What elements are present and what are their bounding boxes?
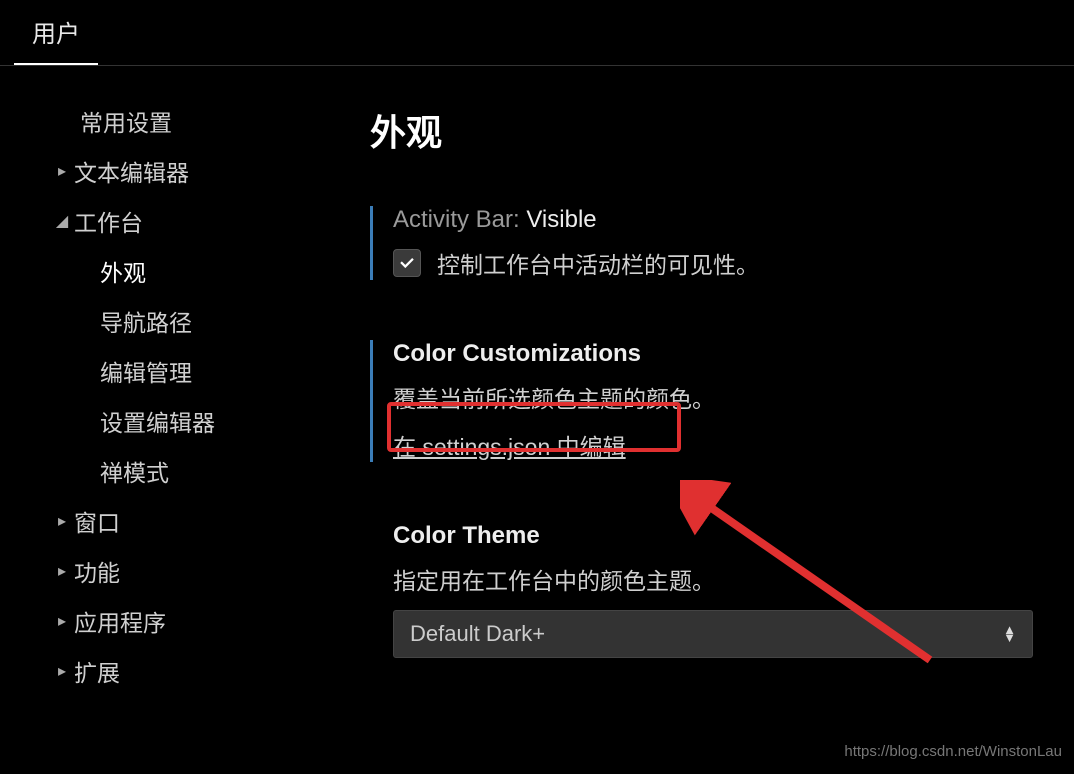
- setting-header: Color Customizations: [393, 340, 1044, 368]
- sidebar-item-label: 应用程序: [74, 604, 166, 638]
- chevron-right-icon: ▸: [50, 511, 74, 531]
- sidebar-item-label: 设置编辑器: [100, 404, 215, 438]
- sidebar-item-common[interactable]: 常用设置: [50, 96, 330, 146]
- sidebar-item-zen-mode[interactable]: 禅模式: [50, 446, 330, 496]
- setting-color-customizations: Color Customizations 覆盖当前所选颜色主题的颜色。 在 se…: [370, 340, 1044, 462]
- sidebar-item-label: 编辑管理: [100, 354, 192, 388]
- settings-sidebar: 常用设置 ▸ 文本编辑器 ◢ 工作台 外观 导航路径 编辑管理 设置编辑器 禅模…: [0, 66, 330, 774]
- sidebar-item-window[interactable]: ▸ 窗口: [50, 496, 330, 546]
- watermark: https://blog.csdn.net/WinstonLau: [844, 743, 1062, 760]
- setting-description: 覆盖当前所选颜色主题的颜色。: [393, 380, 1044, 414]
- setting-activity-bar-visible: Activity Bar: Visible 控制工作台中活动栏的可见性。: [370, 206, 1044, 280]
- sidebar-item-label: 常用设置: [80, 104, 172, 138]
- sidebar-item-label: 文本编辑器: [74, 154, 189, 188]
- sidebar-item-settings-editor[interactable]: 设置编辑器: [50, 396, 330, 446]
- chevron-right-icon: ▸: [50, 161, 74, 181]
- chevron-down-icon: ◢: [50, 211, 74, 231]
- sidebar-item-features[interactable]: ▸ 功能: [50, 546, 330, 596]
- setting-color-theme: Color Theme 指定用在工作台中的颜色主题。 Default Dark+…: [370, 522, 1044, 658]
- checkbox-activity-bar[interactable]: [393, 249, 421, 277]
- section-title: 外观: [370, 104, 1044, 156]
- sidebar-item-label: 禅模式: [100, 454, 169, 488]
- setting-header: Activity Bar: Visible: [393, 206, 1044, 234]
- sidebar-item-appearance[interactable]: 外观: [50, 246, 330, 296]
- chevron-right-icon: ▸: [50, 661, 74, 681]
- sidebar-item-extensions[interactable]: ▸ 扩展: [50, 646, 330, 696]
- sidebar-item-label: 工作台: [74, 204, 143, 238]
- sidebar-item-breadcrumbs[interactable]: 导航路径: [50, 296, 330, 346]
- setting-prefix: Activity Bar:: [393, 206, 526, 233]
- setting-header: Color Theme: [393, 522, 1044, 550]
- sidebar-item-editor-management[interactable]: 编辑管理: [50, 346, 330, 396]
- sidebar-item-text-editor[interactable]: ▸ 文本编辑器: [50, 146, 330, 196]
- setting-name: Color Customizations: [393, 340, 641, 367]
- check-icon: [398, 254, 416, 272]
- main-area: 常用设置 ▸ 文本编辑器 ◢ 工作台 外观 导航路径 编辑管理 设置编辑器 禅模…: [0, 66, 1074, 774]
- settings-content: 外观 Activity Bar: Visible 控制工作台中活动栏的可见性。 …: [330, 66, 1074, 774]
- sidebar-item-application[interactable]: ▸ 应用程序: [50, 596, 330, 646]
- setting-description: 指定用在工作台中的颜色主题。: [393, 562, 1044, 596]
- select-arrows-icon: ▲▼: [1003, 626, 1016, 642]
- sidebar-item-label: 外观: [100, 254, 146, 288]
- setting-name: Color Theme: [393, 522, 540, 549]
- tabs-bar: 用户: [0, 0, 1074, 66]
- chevron-right-icon: ▸: [50, 561, 74, 581]
- sidebar-item-label: 窗口: [74, 504, 120, 538]
- sidebar-item-label: 功能: [74, 554, 120, 588]
- sidebar-item-label: 导航路径: [100, 304, 192, 338]
- chevron-right-icon: ▸: [50, 611, 74, 631]
- color-theme-select[interactable]: Default Dark+ ▲▼: [393, 610, 1033, 658]
- edit-in-settings-json-link[interactable]: 在 settings.json 中编辑: [393, 428, 626, 462]
- setting-description: 控制工作台中活动栏的可见性。: [437, 246, 759, 280]
- select-value: Default Dark+: [410, 621, 545, 647]
- setting-row: 控制工作台中活动栏的可见性。: [393, 246, 1044, 280]
- sidebar-item-label: 扩展: [74, 654, 120, 688]
- sidebar-item-workbench[interactable]: ◢ 工作台: [50, 196, 330, 246]
- tab-user[interactable]: 用户: [14, 0, 98, 65]
- setting-name: Visible: [526, 206, 596, 233]
